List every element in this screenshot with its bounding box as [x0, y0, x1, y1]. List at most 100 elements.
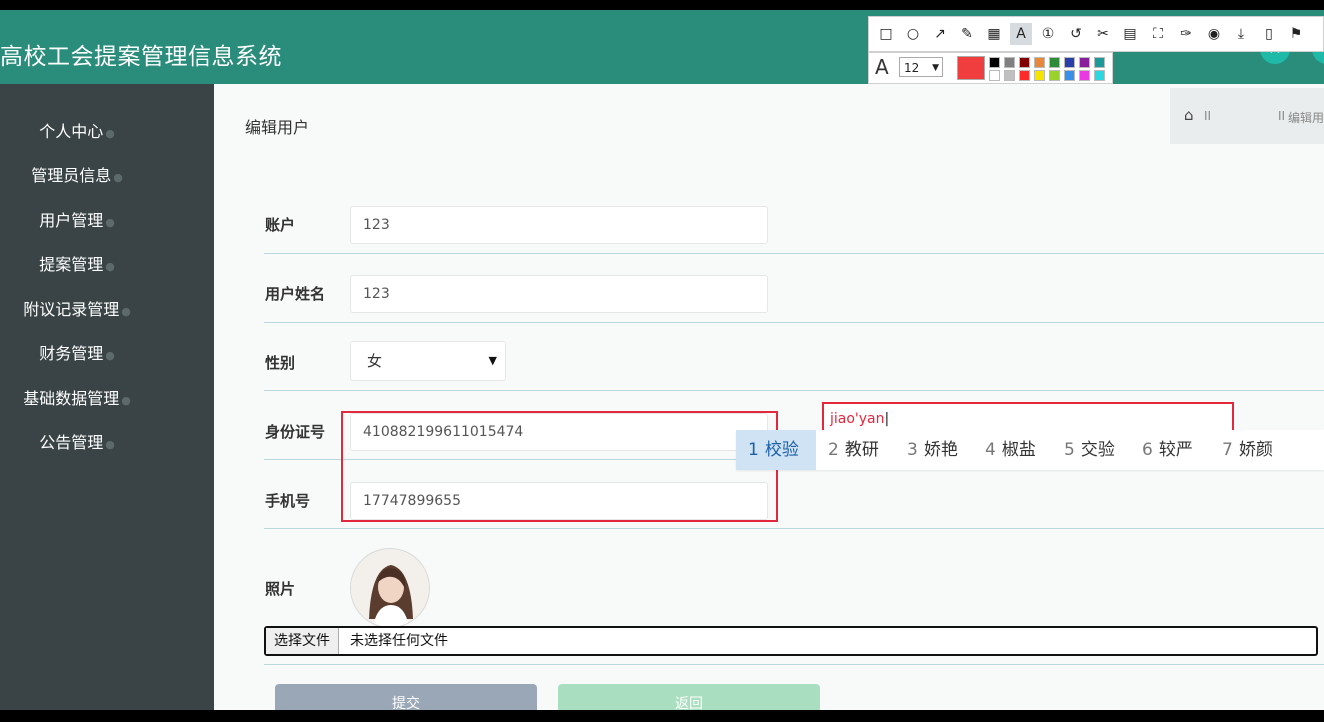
scroll-capture-icon[interactable]: ⛶: [1147, 23, 1169, 45]
app-screen: 高校工会提案管理信息系统 ✕ 个人中心● 管理员信息● 用户管理● 提案管理● …: [0, 10, 1324, 710]
sidebar-item-label: 个人中心: [39, 122, 104, 141]
divider: [264, 528, 1324, 529]
chevron-icon: ●: [121, 305, 131, 318]
color-swatch[interactable]: [1019, 57, 1030, 68]
color-swatch[interactable]: [1004, 57, 1015, 68]
color-swatch[interactable]: [1049, 70, 1060, 81]
candidate-text: 较严: [1158, 440, 1193, 460]
color-swatch[interactable]: [1034, 57, 1045, 68]
photo-label: 照片: [265, 580, 296, 598]
color-swatch[interactable]: [1064, 57, 1075, 68]
sidebar-item-label: 附议记录管理: [23, 300, 120, 319]
sidebar-item-label: 基础数据管理: [23, 389, 120, 408]
id-card-label: 身份证号: [265, 423, 326, 441]
submit-button[interactable]: 提交: [275, 684, 537, 710]
font-size-select[interactable]: 12 ▼: [899, 57, 943, 77]
gender-select[interactable]: 女 ▼: [350, 341, 506, 381]
rectangle-icon[interactable]: □: [875, 23, 897, 45]
record-icon[interactable]: ◉: [1203, 23, 1225, 45]
sidebar-item-label: 管理员信息: [31, 166, 112, 185]
color-swatch[interactable]: [1064, 70, 1075, 81]
color-swatch[interactable]: [989, 70, 1000, 81]
sidebar-item-admins[interactable]: 管理员信息 ●: [0, 162, 154, 186]
avatar: [350, 548, 430, 628]
divider: [264, 253, 1324, 254]
account-input[interactable]: 123: [350, 206, 768, 244]
current-color-swatch[interactable]: [957, 56, 985, 80]
candidate-number: 6: [1142, 440, 1153, 460]
file-status: 未选择任何文件: [350, 633, 448, 649]
sidebar: 个人中心 ● 管理员信息 ● 用户管理 ● 提案管理 ● 附议记录管理 ● 财务管理 ● 基…: [0, 84, 214, 710]
candidate-number: 4: [985, 440, 996, 460]
bookmark-icon[interactable]: ⚑: [1285, 23, 1307, 45]
choose-file-button[interactable]: 选择文件: [266, 628, 339, 654]
color-swatch[interactable]: [989, 57, 1000, 68]
account-label: 账户: [265, 216, 296, 234]
font-size-value: 12: [904, 61, 920, 75]
save-icon[interactable]: ⤓: [1230, 23, 1252, 45]
ime-candidate-bar: 1 校验 2 教研 3 娇艳 4 椒盐 5 交验 6 较严 7 娇颜: [736, 430, 1324, 470]
sidebar-item-seconding[interactable]: 附议记录管理 ●: [0, 296, 154, 320]
color-swatch[interactable]: [1079, 57, 1090, 68]
divider: [264, 664, 1324, 665]
color-swatch[interactable]: [1034, 70, 1045, 81]
ime-candidate[interactable]: 7 娇颜: [1222, 430, 1273, 470]
color-swatch[interactable]: [1094, 70, 1105, 81]
ime-composition: jiao'yan: [830, 411, 885, 427]
ocr-icon[interactable]: ▤: [1119, 23, 1141, 45]
phone-label: 手机号: [265, 492, 311, 510]
chevron-icon: ●: [105, 127, 115, 140]
mosaic-icon[interactable]: ▦: [983, 23, 1005, 45]
undo-icon[interactable]: ↺: [1065, 23, 1087, 45]
text-icon[interactable]: A: [1010, 23, 1032, 45]
cancel-button[interactable]: 返回: [558, 684, 820, 710]
color-swatch[interactable]: [1019, 70, 1030, 81]
number-icon[interactable]: ①: [1037, 23, 1059, 45]
sidebar-item-basic-data[interactable]: 基础数据管理 ●: [0, 385, 154, 409]
pen-icon[interactable]: ✎: [956, 23, 978, 45]
sidebar-item-users[interactable]: 用户管理 ●: [0, 207, 154, 231]
color-swatch[interactable]: [1094, 57, 1105, 68]
candidate-text: 校验: [764, 440, 799, 460]
candidate-text: 交验: [1080, 440, 1115, 460]
chevron-down-icon: ▼: [932, 63, 939, 73]
candidate-number: 2: [828, 440, 839, 460]
breadcrumb-separator: II: [1278, 109, 1286, 123]
sidebar-item-label: 财务管理: [39, 344, 104, 363]
sidebar-item-finance[interactable]: 财务管理 ●: [0, 340, 154, 364]
pin-icon[interactable]: ✂: [1092, 23, 1114, 45]
color-swatch[interactable]: [1004, 70, 1015, 81]
gender-value: 女: [367, 352, 383, 370]
sidebar-item-personal[interactable]: 个人中心 ●: [0, 118, 154, 142]
chevron-icon: ●: [105, 349, 115, 362]
chevron-icon: ●: [105, 438, 115, 451]
name-input[interactable]: 123: [350, 275, 768, 313]
color-swatch[interactable]: [1079, 70, 1090, 81]
ime-candidate[interactable]: 1 校验: [736, 430, 816, 470]
breadcrumb: ⌂ II II 编辑用户: [1170, 88, 1324, 144]
candidate-number: 1: [748, 440, 759, 460]
divider: [264, 322, 1324, 323]
text-cursor: |: [884, 411, 890, 427]
sidebar-item-proposals[interactable]: 提案管理 ●: [0, 251, 154, 275]
main-content: 编辑用户 ⌂ II II 编辑用户 账户 123 用户姓名 123 性别 女 ▼…: [214, 84, 1324, 710]
home-icon[interactable]: ⌂: [1184, 106, 1194, 124]
copy-icon[interactable]: ▯: [1258, 23, 1280, 45]
color-swatch[interactable]: [1049, 57, 1060, 68]
ime-candidate[interactable]: 2 教研: [828, 430, 879, 470]
file-input[interactable]: 选择文件 未选择任何文件: [264, 626, 1318, 656]
candidate-text: 教研: [844, 440, 879, 460]
divider: [264, 390, 1324, 391]
sidebar-item-announcements[interactable]: 公告管理 ●: [0, 429, 154, 453]
ellipse-icon[interactable]: ○: [902, 23, 924, 45]
ime-candidate[interactable]: 3 娇艳: [907, 430, 958, 470]
arrow-icon[interactable]: ↗: [929, 23, 951, 45]
ime-candidate[interactable]: 6 较严: [1142, 430, 1193, 470]
chevron-icon: ●: [105, 216, 115, 229]
ime-candidate[interactable]: 5 交验: [1064, 430, 1115, 470]
sidebar-item-label: 提案管理: [39, 255, 104, 274]
sidebar-item-label: 公告管理: [39, 433, 104, 452]
candidate-text: 娇艳: [923, 440, 958, 460]
pin-to-screen-icon[interactable]: ✑: [1175, 23, 1197, 45]
ime-candidate[interactable]: 4 椒盐: [985, 430, 1036, 470]
